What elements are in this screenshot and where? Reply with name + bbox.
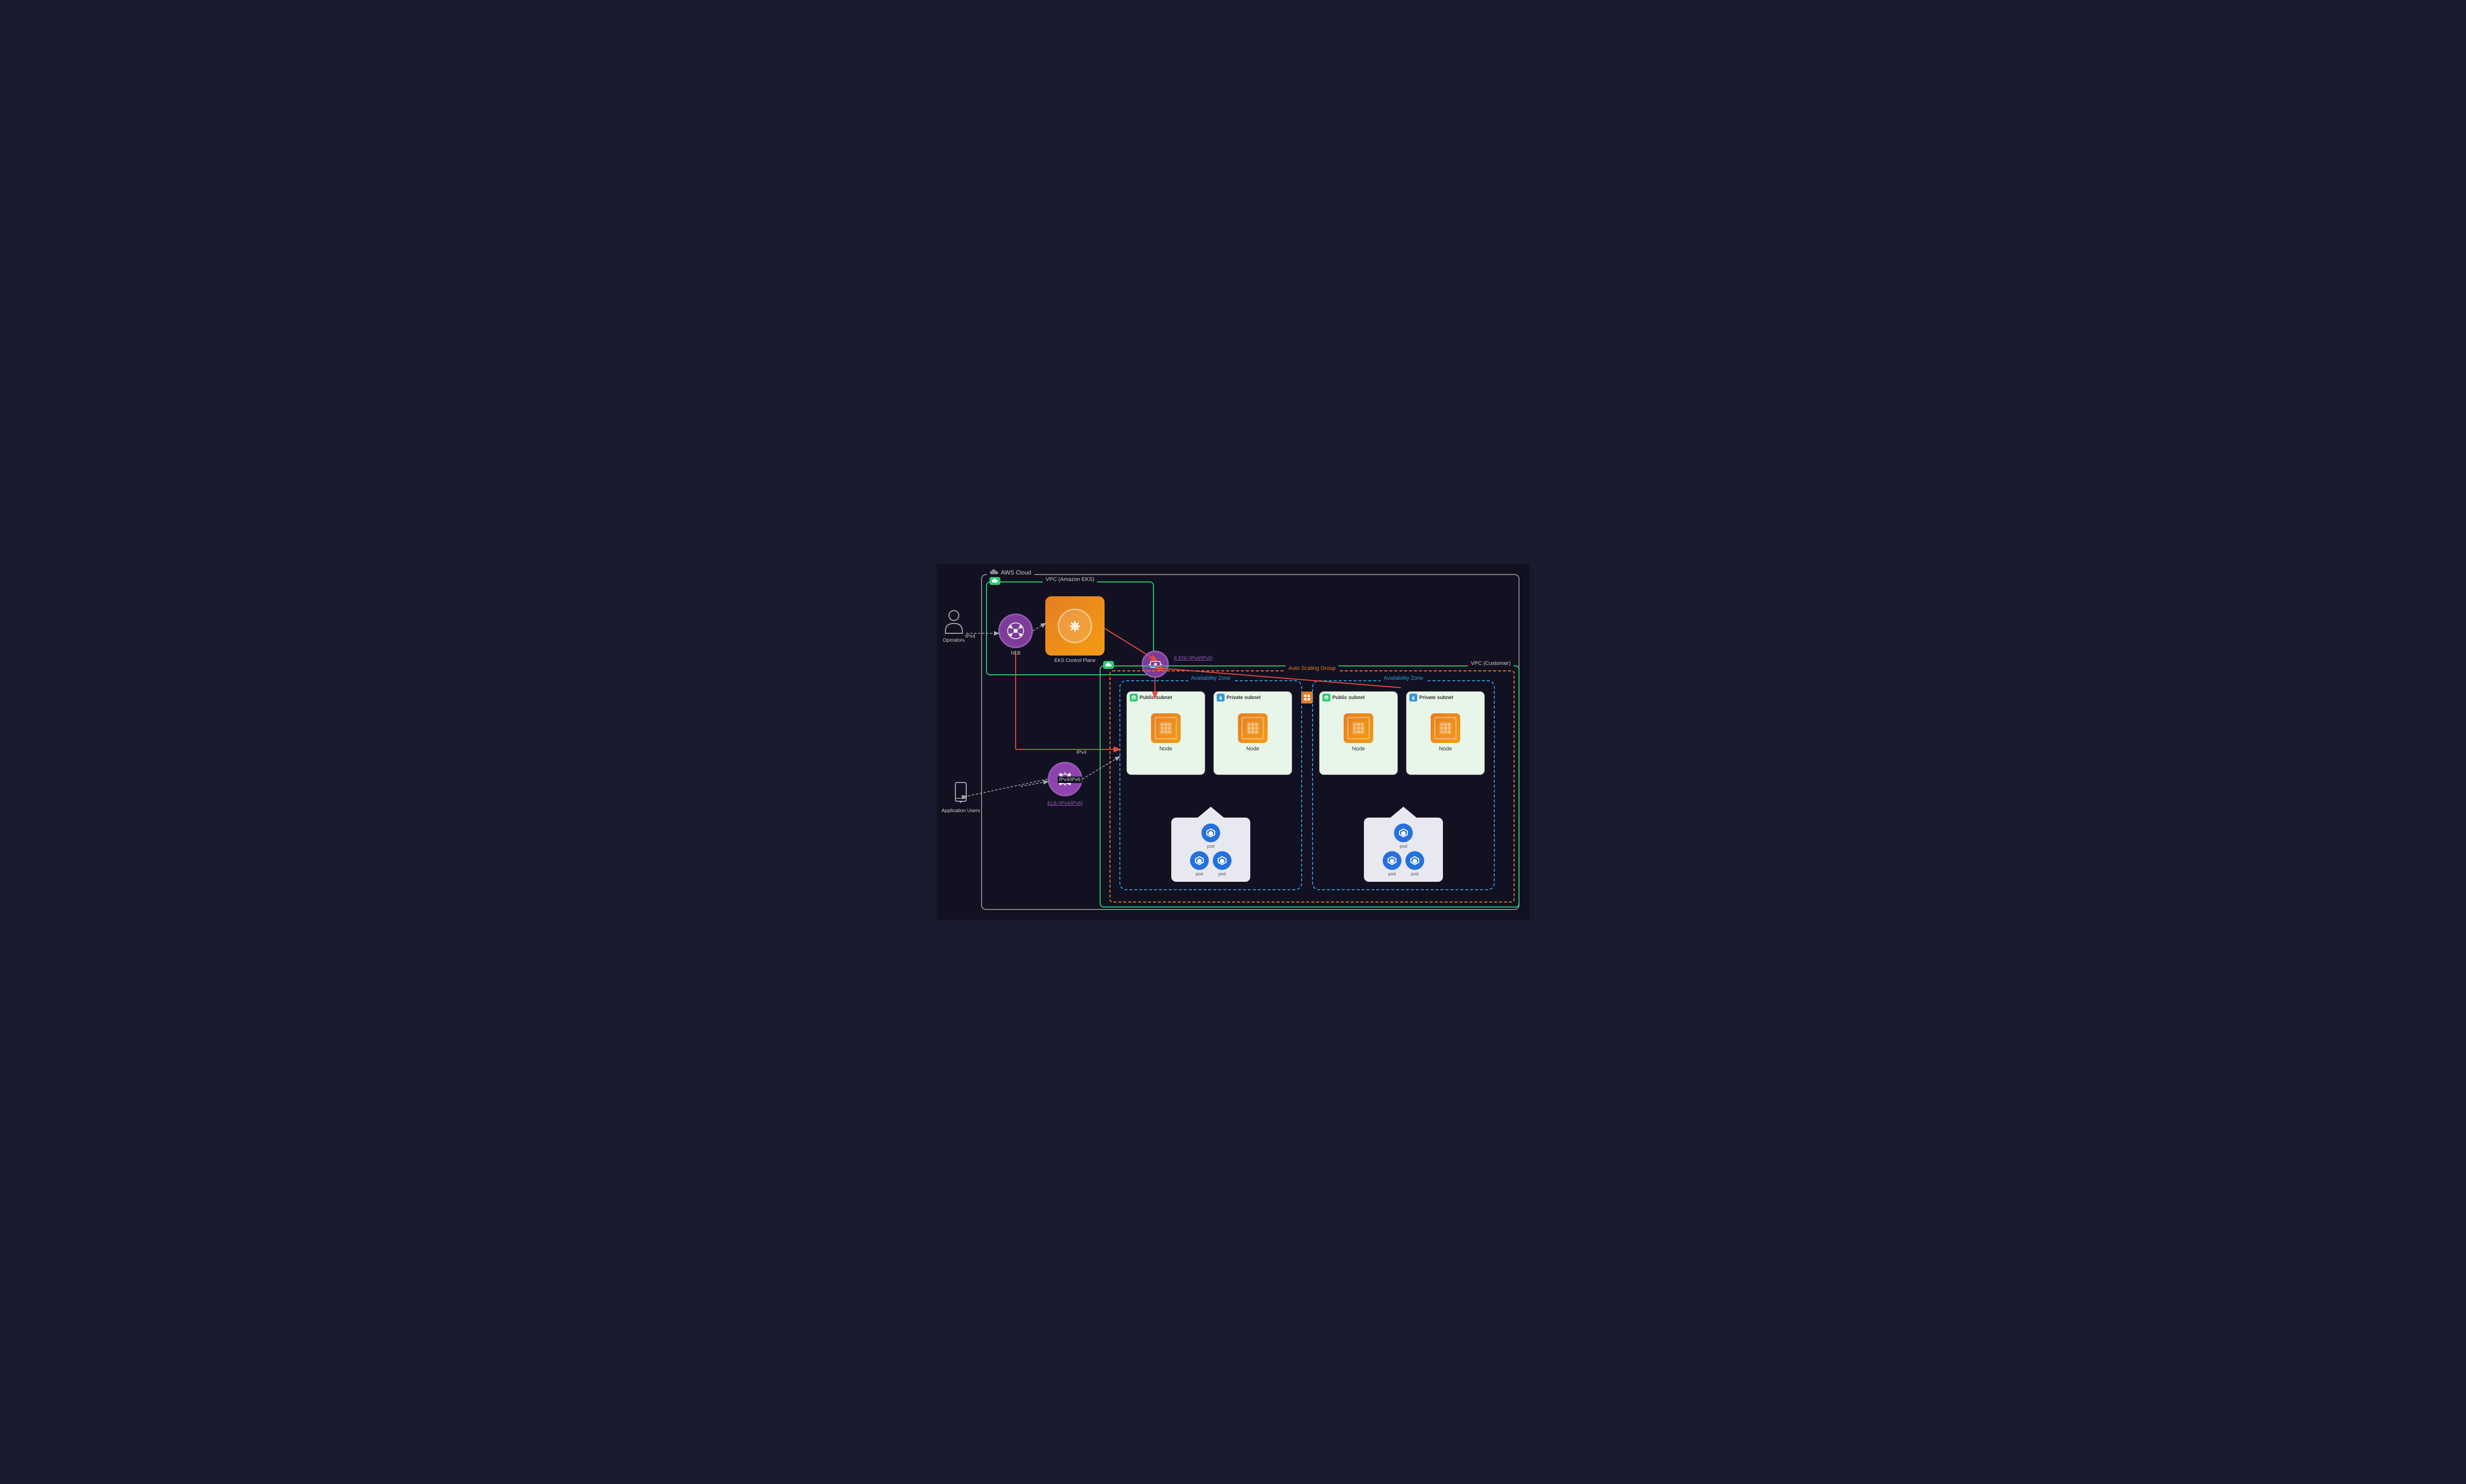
pod-icon-right-3: [1405, 851, 1424, 870]
vpc-eks-label: VPC (Amazon EKS): [1043, 577, 1097, 582]
house-shape-left: pod pod pod: [1171, 818, 1250, 882]
pods-house-right: pod pod pod: [1364, 818, 1443, 882]
public-subnet-right: Public subnet Node: [1319, 691, 1398, 775]
pods-house-left: pod pod pod: [1171, 818, 1250, 882]
pods-top-right: pod: [1394, 824, 1413, 849]
pod-icon-left-2: [1190, 851, 1209, 870]
private-subnet-icon-right: [1409, 694, 1417, 701]
private-subnet-left: Private subnet Node: [1213, 691, 1292, 775]
phone-svg: [953, 782, 968, 806]
pod-icon-right-2: [1383, 851, 1401, 870]
az-right-label: Availability Zone: [1381, 675, 1426, 681]
ipv4-label-2: IPv4: [1075, 749, 1088, 756]
nlb-label: NLB: [998, 651, 1033, 656]
public-subnet-left: Public subnet Node: [1126, 691, 1205, 775]
eks-k8s-logo: ⎈: [1058, 609, 1092, 643]
ipv4-label-1: IPv4: [964, 633, 977, 640]
az-left-label: Availability Zone: [1188, 675, 1233, 681]
pod-icon-left-1: [1201, 824, 1220, 842]
operator-figure: Operators: [942, 609, 966, 643]
node-container-private-right: Node: [1406, 713, 1484, 752]
public-subnet-icon-left: [1130, 694, 1138, 701]
nlb-network-icon: [1007, 622, 1025, 640]
node-label-private-right: Node: [1439, 746, 1452, 752]
asg-label: Auto Scaling Group: [1285, 665, 1338, 671]
node-chip-public-right: [1344, 713, 1373, 743]
aws-cloud-label: AWS Cloud: [987, 569, 1034, 576]
elb-label: ELB (IPv4/IPv6): [1043, 800, 1087, 807]
eks-control-plane-icon: ⎈: [1045, 596, 1105, 656]
operator-svg: [942, 609, 966, 636]
vpc-customer-label: VPC (Customer): [1468, 660, 1514, 666]
node-container-public-left: Node: [1127, 713, 1205, 752]
pods-bottom-left: pod pod: [1190, 851, 1232, 876]
private-subnet-icon-left: [1217, 694, 1225, 701]
pod-icon-left-3: [1213, 851, 1232, 870]
availability-zone-left: Availability Zone Public subnet: [1119, 680, 1302, 890]
scaling-icon: [1303, 694, 1311, 701]
asg-icon: [1301, 692, 1313, 703]
diagram-container: AWS Cloud VPC (Amazon EKS) NLB: [937, 564, 1529, 920]
pods-bottom-right: pod pod: [1383, 851, 1424, 876]
ipv4ipv6-label: IPv4/IPv6: [1058, 777, 1082, 783]
vpc-customer-icon: [1103, 661, 1114, 669]
nlb-circle: [998, 614, 1033, 648]
node-chip-private-right: [1431, 713, 1460, 743]
app-user-figure: Application Users: [942, 782, 980, 814]
node-label-private-left: Node: [1246, 746, 1259, 752]
pod-icon-right-1: [1394, 824, 1413, 842]
node-label-public-left: Node: [1159, 746, 1172, 752]
xeni-label: X-ENI (IPv4/IPv6): [1174, 656, 1213, 661]
node-chip-public-left: [1151, 713, 1181, 743]
node-container-private-left: Node: [1214, 713, 1292, 752]
eks-control-plane-label: EKS Control Plane: [1035, 658, 1114, 663]
public-subnet-icon-right: [1322, 694, 1330, 701]
cloud-icon: [990, 569, 999, 576]
node-label-public-right: Node: [1352, 746, 1365, 752]
pods-top-left: pod: [1201, 824, 1220, 849]
house-shape-right: pod pod pod: [1364, 818, 1443, 882]
vpc-eks-icon: [989, 577, 1000, 585]
node-container-public-right: Node: [1319, 713, 1397, 752]
node-chip-private-left: [1238, 713, 1268, 743]
availability-zone-right: Availability Zone Public subnet: [1312, 680, 1495, 890]
private-subnet-right: Private subnet Node: [1406, 691, 1485, 775]
